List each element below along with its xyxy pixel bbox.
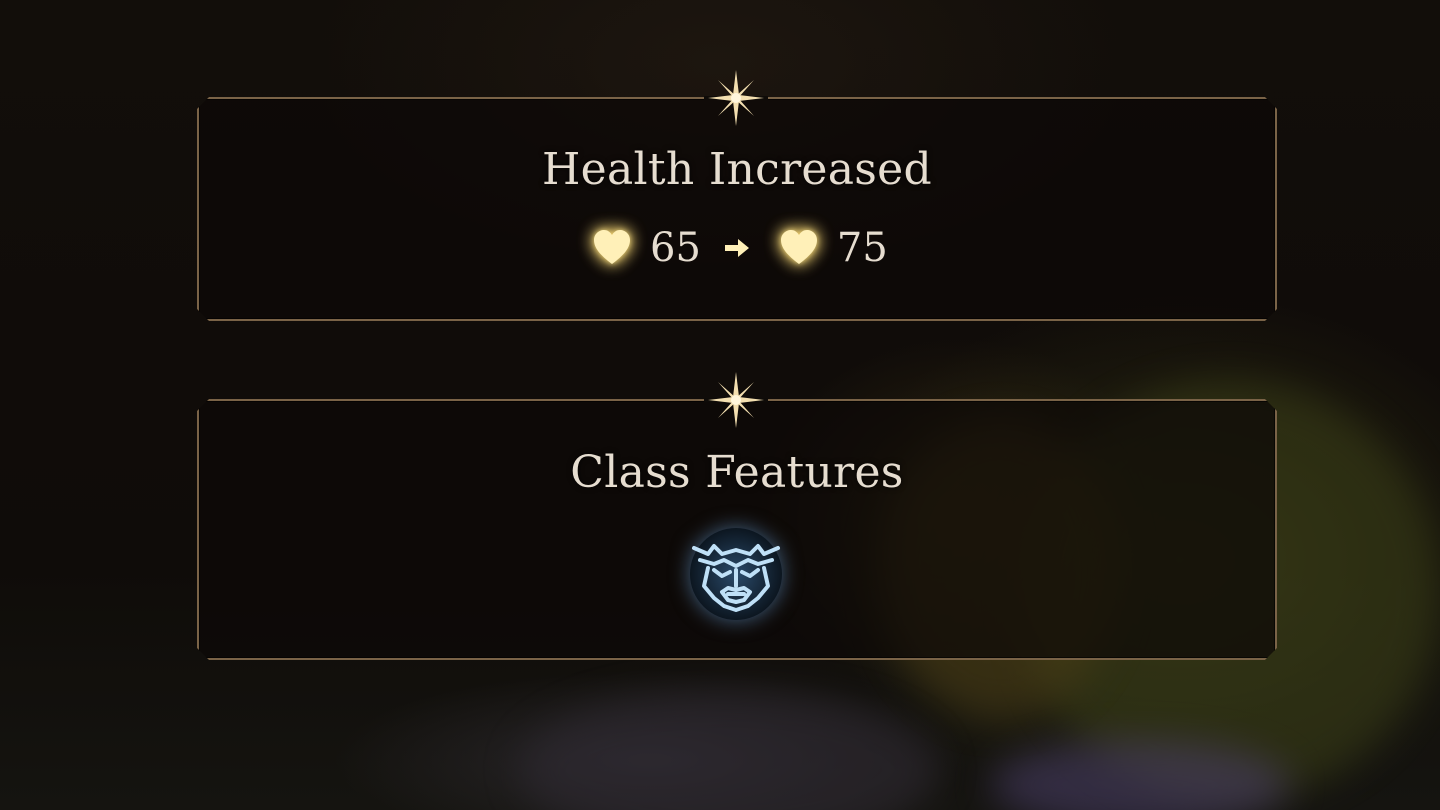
new-health-value: 75 [836,225,888,271]
arrow-right-icon [724,239,749,257]
heart-icon [780,230,817,264]
barbarian-rage-mask-icon[interactable] [684,524,788,624]
old-health-value: 65 [650,225,701,271]
health-increased-panel [197,97,1277,321]
level-up-screen: Health Increased 65 75 Class Features [0,0,1440,810]
health-increased-title: Health Increased [542,144,932,195]
class-features-title: Class Features [570,447,904,498]
health-change-row: 65 75 [590,222,888,274]
background-rock [520,690,940,810]
heart-icon [594,230,630,264]
